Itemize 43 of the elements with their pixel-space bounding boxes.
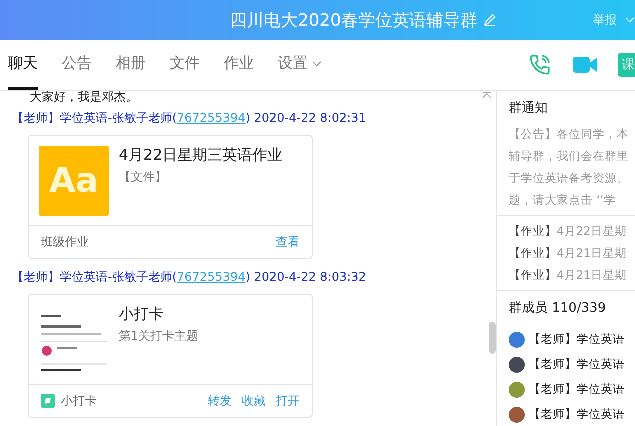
- tab[interactable]: 公告: [62, 40, 92, 90]
- card-title: 4月22日星期三英语作业: [119, 146, 283, 165]
- notice-text: 于学位英语备考资源、: [509, 170, 630, 187]
- message-text: 大家好，我是邓杰。: [30, 91, 138, 106]
- card-action-link[interactable]: 收藏: [242, 392, 266, 410]
- message-card[interactable]: 小打卡 第1关打卡主题 小打卡 转发 收藏 打开: [28, 294, 313, 418]
- file-icon: Aa: [39, 146, 109, 216]
- member-name[interactable]: 【老师】学位英语: [529, 382, 625, 397]
- window-title: 四川电大2020春学位英语辅导群: [230, 10, 478, 32]
- card-action-link[interactable]: 查看: [276, 234, 300, 250]
- tab[interactable]: 相册: [116, 40, 146, 90]
- member-name[interactable]: 【老师】学位英语: [529, 407, 625, 422]
- notice-text: 【公告】各位同学，本: [509, 126, 630, 143]
- message-card[interactable]: Aa 4月22日星期三英语作业 【文件】 班级作业 查看: [28, 135, 313, 259]
- edit-icon[interactable]: [483, 13, 498, 27]
- card-subtitle: 第1关打卡主题: [119, 328, 199, 345]
- phone-icon[interactable]: [528, 53, 552, 77]
- card-subtitle: 【文件】: [119, 169, 168, 186]
- notice-text: 辅导群，我们会在群里: [509, 148, 630, 165]
- chevron-icon[interactable]: [625, 17, 635, 23]
- homework-item[interactable]: 【作业】4月21日星期: [509, 242, 635, 264]
- members-title: 群成员 110/339: [509, 300, 608, 317]
- member-name[interactable]: 【老师】学位英语: [529, 357, 625, 372]
- homework-item[interactable]: 【作业】4月21日星期: [509, 264, 635, 286]
- tab[interactable]: 文件: [170, 40, 200, 90]
- card-source: 小打卡: [61, 392, 97, 410]
- tab[interactable]: 聊天: [8, 40, 38, 90]
- homework-item[interactable]: 【作业】4月22日星期: [509, 220, 635, 242]
- card-action-link[interactable]: 转发: [208, 392, 232, 410]
- card-action-link[interactable]: 打开: [276, 392, 300, 410]
- card-source: 班级作业: [41, 234, 89, 250]
- notice-text: 题，请大家点击 ‘‘学: [509, 192, 617, 209]
- chevron-icon: [312, 60, 322, 66]
- scrollbar-thumb[interactable]: [489, 322, 496, 354]
- app-icon: [41, 394, 55, 408]
- tab[interactable]: 设置: [278, 40, 322, 90]
- message-header: 【老师】学位英语-张敏子老师(767255394) 2020-4-22 8:03:32: [12, 269, 368, 286]
- tab[interactable]: 作业: [224, 40, 254, 90]
- member-name[interactable]: 【老师】学位英语: [529, 332, 625, 347]
- card-title: 小打卡: [119, 305, 165, 324]
- message-header: 【老师】学位英语-张敏子老师(767255394) 2020-4-22 8:02:31: [12, 110, 368, 127]
- notice-title: 群通知: [509, 100, 549, 117]
- video-camera-icon[interactable]: [572, 55, 598, 75]
